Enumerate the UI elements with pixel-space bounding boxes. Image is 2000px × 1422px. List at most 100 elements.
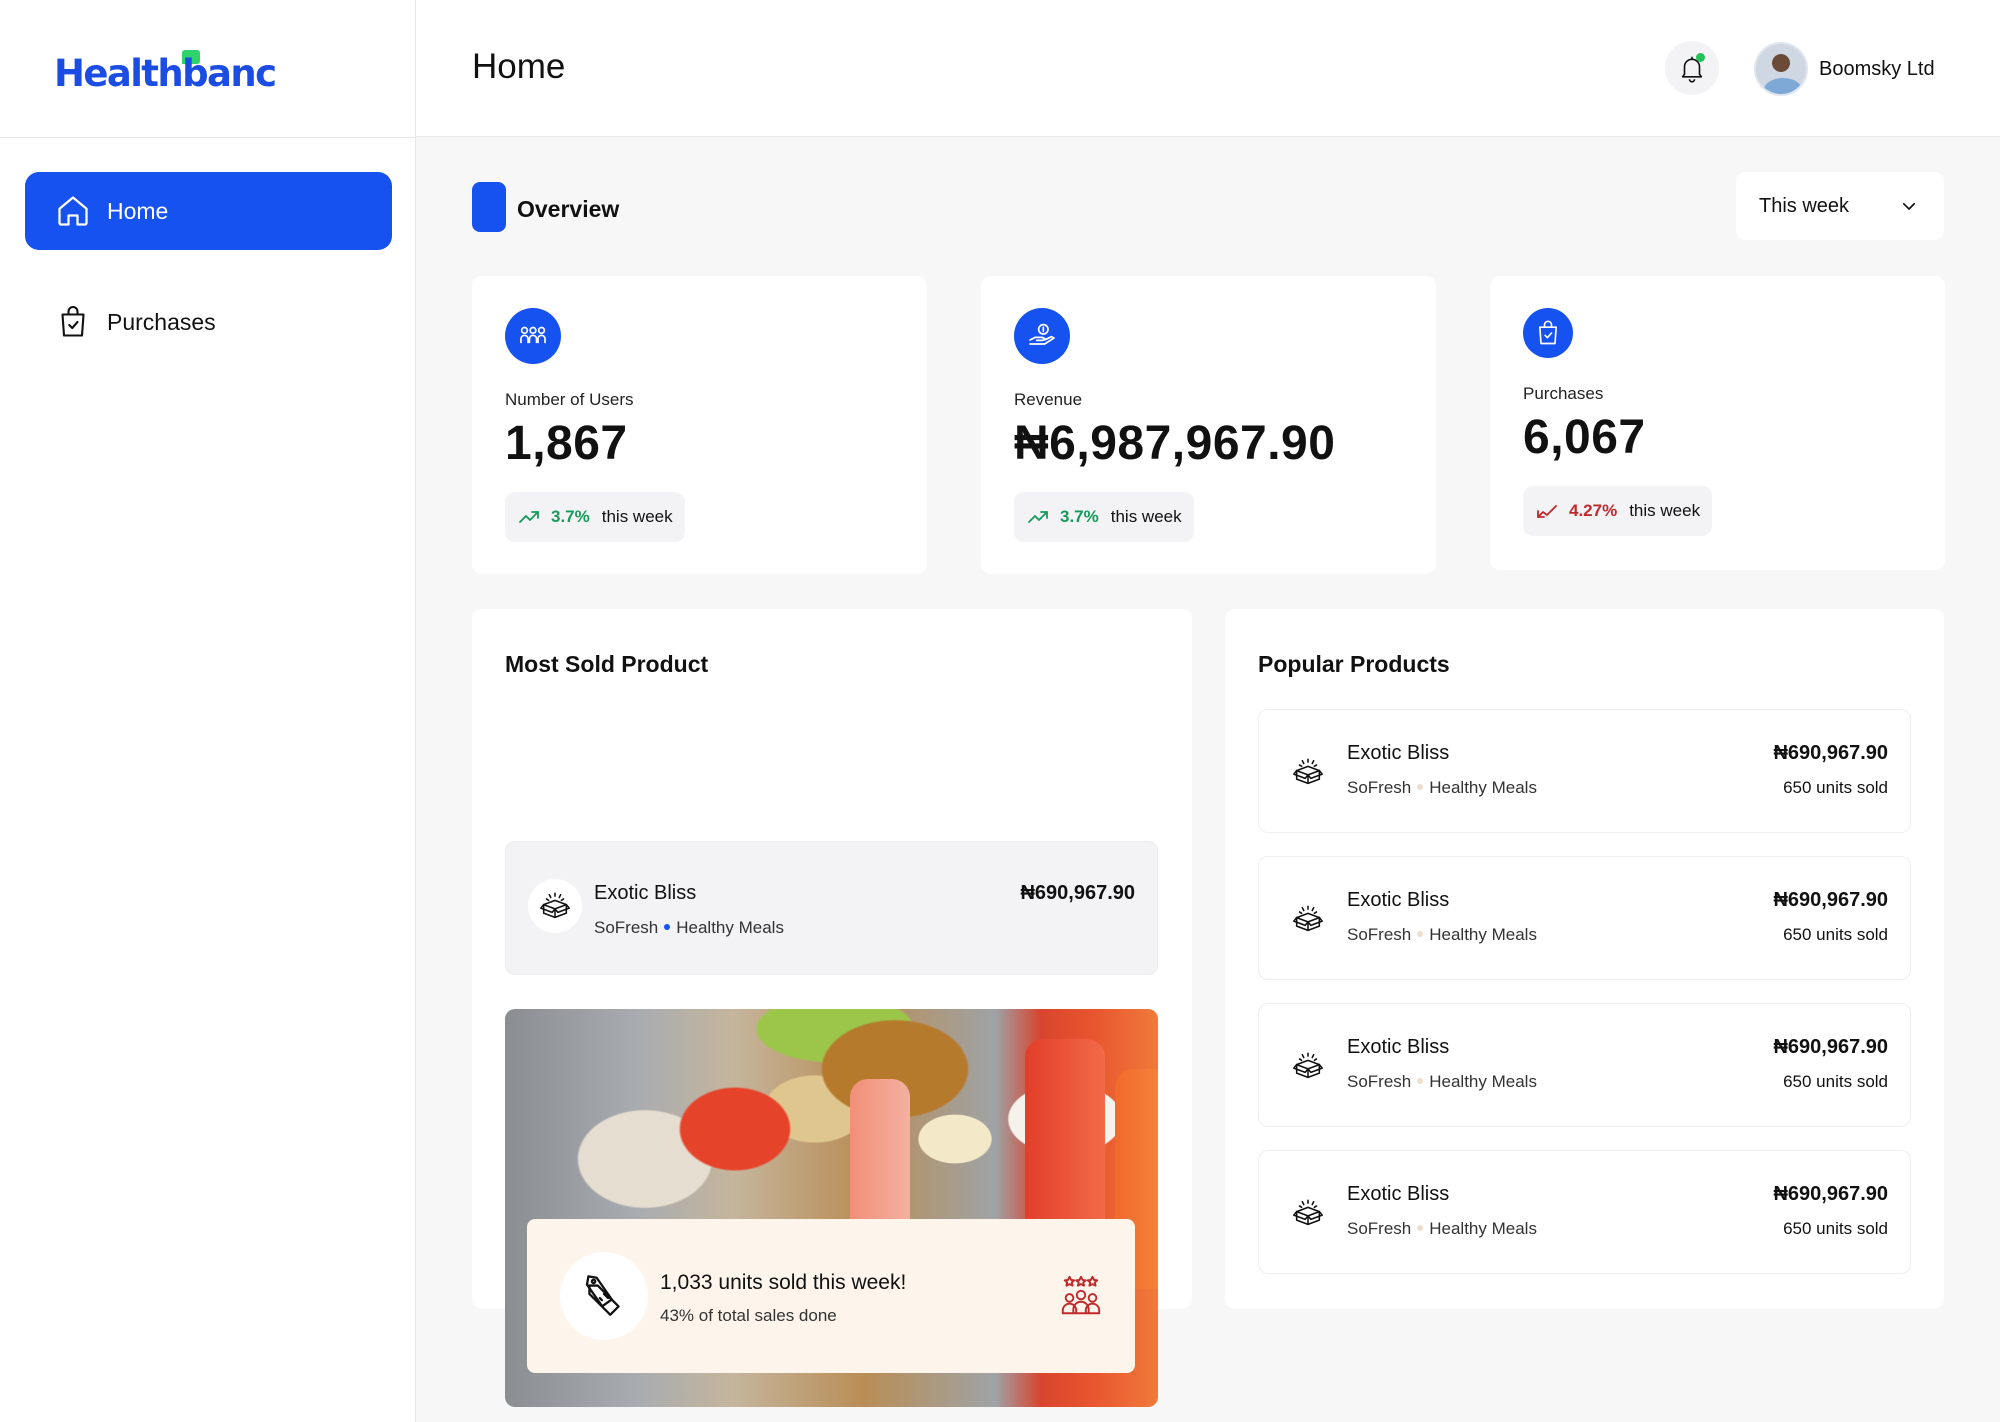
trend-badge: 3.7% this week: [1014, 492, 1194, 542]
brand-logo[interactable]: Health banc: [54, 49, 277, 96]
product-meta: SoFresh Healthy Meals: [1347, 925, 1537, 945]
rated-group-icon: [1057, 1273, 1105, 1324]
panel-title: Most Sold Product: [505, 651, 709, 677]
trend-up-icon: [519, 511, 539, 523]
notification-button[interactable]: [1665, 41, 1719, 95]
product-meta: SoFresh Healthy Meals: [1347, 1219, 1537, 1239]
product-price: ₦690,967.90: [1773, 889, 1888, 911]
product-name: Exotic Bliss: [1347, 889, 1450, 911]
sidebar-divider: [0, 137, 416, 138]
stat-label: Revenue: [1014, 390, 1083, 409]
open-box-icon: [1281, 1186, 1335, 1240]
open-box-icon: [1281, 1039, 1335, 1093]
sale-tag-icon: [560, 1252, 648, 1340]
money-hand-icon: [1014, 308, 1070, 364]
separator-dot: [1417, 931, 1424, 938]
most-sold-product-row[interactable]: Exotic Bliss SoFresh Healthy Meals ₦690,9…: [505, 841, 1158, 975]
stat-value: ₦6,987,967.90: [1014, 417, 1336, 470]
sidebar-item-purchases[interactable]: Purchases: [25, 283, 392, 361]
product-price: ₦690,967.90: [1773, 742, 1888, 764]
chevron-down-icon: [1902, 202, 1916, 210]
separator-dot: [1417, 1078, 1424, 1085]
open-box-icon: [528, 879, 582, 933]
stat-card-users: Number of Users 1,867 3.7% this week: [472, 276, 927, 574]
product-units-sold: 650 units sold: [1783, 778, 1888, 797]
product-price: ₦690,967.90: [1020, 882, 1135, 904]
overview-title: Overview: [517, 196, 620, 222]
product-meta: SoFresh Healthy Meals: [1347, 1072, 1537, 1092]
most-sold-panel: Most Sold Product Exotic Bliss SoFresh He…: [472, 609, 1192, 1407]
product-vendor: SoFresh: [594, 918, 659, 937]
product-category: Healthy Meals: [1429, 925, 1537, 944]
stat-value: 6,067: [1523, 411, 1646, 464]
product-price: ₦690,967.90: [1773, 1036, 1888, 1058]
open-box-icon: [1281, 892, 1335, 946]
sales-highlight-card: 1,033 units sold this week! 43% of total…: [527, 1219, 1135, 1373]
separator-dot: [664, 924, 671, 931]
notification-dot: [1696, 53, 1705, 62]
sales-highlight-subtitle: 43% of total sales done: [660, 1306, 837, 1325]
product-name: Exotic Bliss: [1347, 742, 1450, 764]
sidebar-item-home[interactable]: Home: [25, 172, 392, 250]
bottle-shape: [1025, 1039, 1105, 1239]
trend-suffix: this week: [1629, 501, 1701, 520]
product-category: Healthy Meals: [676, 918, 784, 937]
trend-suffix: this week: [601, 507, 673, 526]
period-dropdown[interactable]: This week: [1736, 172, 1944, 240]
popular-product-row[interactable]: Exotic Bliss SoFresh Healthy Meals ₦690,967…: [1258, 709, 1911, 833]
shopping-bag-icon: [61, 305, 85, 337]
avatar[interactable]: [1754, 42, 1808, 96]
trend-percent: 3.7%: [551, 507, 590, 526]
stat-label: Purchases: [1523, 384, 1604, 403]
brand-name-part1: Health: [54, 51, 184, 95]
sales-highlight-title: 1,033 units sold this week!: [660, 1271, 907, 1294]
home-icon: [58, 196, 88, 226]
panel-title: Popular Products: [1258, 651, 1450, 677]
product-units-sold: 650 units sold: [1783, 1219, 1888, 1238]
stat-label: Number of Users: [505, 390, 634, 409]
product-vendor: SoFresh: [1347, 1219, 1412, 1238]
bottle-shape: [850, 1079, 910, 1229]
users-icon: [505, 308, 561, 364]
stat-card-purchases: Purchases 6,067 4.27% this week: [1490, 276, 1945, 570]
product-category: Healthy Meals: [1429, 778, 1537, 797]
product-units-sold: 650 units sold: [1783, 1072, 1888, 1091]
brand-name-part2: banc: [182, 51, 277, 95]
product-category: Healthy Meals: [1429, 1219, 1537, 1238]
product-units-sold: 650 units sold: [1783, 925, 1888, 944]
product-vendor: SoFresh: [1347, 778, 1412, 797]
trend-badge: 4.27% this week: [1523, 486, 1713, 536]
product-name: Exotic Bliss: [594, 882, 697, 904]
user-name[interactable]: Boomsky Ltd: [1819, 58, 1935, 81]
overview-badge: [472, 182, 506, 232]
product-vendor: SoFresh: [1347, 1072, 1412, 1091]
sidebar: Health banc Home Purchases: [0, 0, 416, 1422]
stat-value: 1,867: [505, 417, 628, 470]
shopping-bag-icon: [1523, 308, 1573, 358]
product-price: ₦690,967.90: [1773, 1183, 1888, 1205]
popular-product-row[interactable]: Exotic Bliss SoFresh Healthy Meals ₦690,967…: [1258, 856, 1911, 980]
trend-up-icon: [1028, 511, 1048, 523]
sidebar-item-label: Home: [107, 197, 169, 224]
popular-product-row[interactable]: Exotic Bliss SoFresh Healthy Meals ₦690,967…: [1258, 1003, 1911, 1127]
brand-mark: banc: [182, 49, 277, 95]
product-name: Exotic Bliss: [1347, 1036, 1450, 1058]
trend-percent: 4.27%: [1569, 501, 1618, 520]
trend-percent: 3.7%: [1060, 507, 1099, 526]
trend-badge: 3.7% this week: [505, 492, 685, 542]
separator-dot: [1417, 1225, 1424, 1232]
product-vendor: SoFresh: [1347, 925, 1412, 944]
trend-suffix: this week: [1110, 507, 1182, 526]
product-meta: SoFresh Healthy Meals: [1347, 778, 1537, 798]
top-bar: Home Boomsky Ltd: [416, 0, 2000, 137]
stat-card-revenue: Revenue ₦6,987,967.90 3.7% this week: [981, 276, 1436, 574]
product-photo: 1,033 units sold this week! 43% of total…: [505, 1009, 1158, 1407]
sidebar-item-label: Purchases: [107, 308, 216, 335]
product-name: Exotic Bliss: [1347, 1183, 1450, 1205]
separator-dot: [1417, 784, 1424, 791]
open-box-icon: [1281, 745, 1335, 799]
period-value: This week: [1759, 194, 1850, 217]
trend-down-icon: [1537, 505, 1557, 518]
page-title: Home: [472, 47, 566, 86]
popular-product-row[interactable]: Exotic Bliss SoFresh Healthy Meals ₦690,967…: [1258, 1150, 1911, 1274]
